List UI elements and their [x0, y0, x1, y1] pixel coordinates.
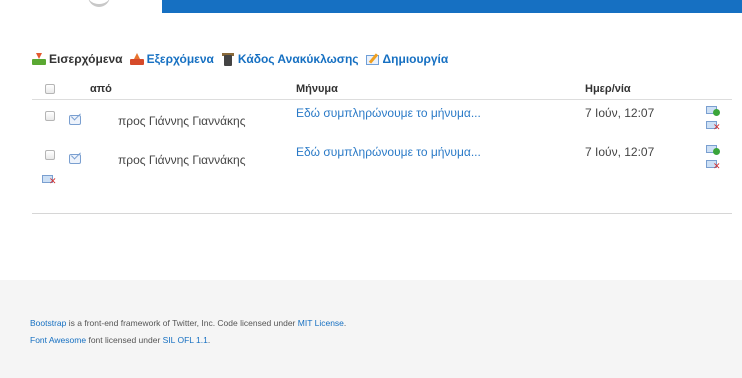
mit-license-link[interactable]: MIT License	[298, 318, 344, 328]
row-checkbox[interactable]	[45, 150, 55, 160]
footer-period: .	[343, 318, 347, 328]
footer-line-1: Bootstrap is a front-end framework of Tw…	[30, 318, 346, 328]
row-from: προς Γιάννης Γιαννάκης	[118, 153, 246, 167]
footer-text-2: font licensed under	[88, 335, 161, 345]
footer-text-1: is a front-end framework of Twitter, Inc…	[68, 318, 296, 328]
logo-curve	[88, 0, 110, 7]
select-all-checkbox[interactable]	[45, 84, 55, 94]
header-from: από	[90, 83, 112, 95]
table-header: από Μήνυμα Ημερ/νία	[32, 79, 732, 100]
messages-table: από Μήνυμα Ημερ/νία προς Γιάννης Γιαννάκ…	[32, 79, 732, 186]
tab-create-label: Δημιουργία	[382, 52, 449, 66]
tab-inbox[interactable]: Εισερχόμενα	[32, 52, 123, 66]
sil-ofl-link[interactable]: SIL OFL 1.1	[163, 335, 208, 345]
bootstrap-link[interactable]: Bootstrap	[30, 318, 66, 328]
outbox-icon	[129, 52, 144, 66]
header-date: Ημερ/νία	[585, 83, 631, 95]
table-bottom-divider	[32, 213, 732, 214]
row-from: προς Γιάννης Γιαννάκης	[118, 114, 246, 128]
navbar-strip	[162, 0, 742, 13]
trash-icon	[221, 52, 235, 66]
reply-icon[interactable]	[706, 106, 720, 117]
table-row: προς Γιάννης Γιαννάκης Εδώ συμπληρώνουμε…	[32, 106, 732, 141]
row-date: 7 Ιούν, 12:07	[585, 106, 655, 120]
font-awesome-link[interactable]: Font Awesome	[30, 335, 86, 345]
footer: Bootstrap is a front-end framework of Tw…	[0, 280, 742, 378]
footer-period: .	[207, 335, 211, 345]
tab-trash-label: Κάδος Ανακύκλωσης	[237, 52, 359, 66]
tab-outbox[interactable]: Εξερχόμενα	[129, 52, 214, 66]
delete-icon[interactable]: ✕	[706, 160, 721, 171]
row-checkbox[interactable]	[45, 111, 55, 121]
delete-icon[interactable]: ✕	[706, 121, 721, 132]
row-date: 7 Ιούν, 12:07	[585, 145, 655, 159]
row-message-link[interactable]: Εδώ συμπληρώνουμε το μήνυμα...	[296, 145, 481, 159]
mailbox-tabs: Εισερχόμενα Εξερχόμενα Κάδος Ανακύκλωσης…	[32, 50, 455, 68]
tab-create[interactable]: Δημιουργία	[365, 52, 449, 66]
envelope-icon[interactable]	[69, 154, 81, 164]
table-row: προς Γιάννης Γιαννάκης Εδώ συμπληρώνουμε…	[32, 145, 732, 190]
top-navbar	[0, 0, 742, 14]
delete-icon[interactable]: ✕	[42, 175, 57, 186]
envelope-icon[interactable]	[69, 115, 81, 125]
footer-line-2: Font Awesome font licensed under SIL OFL…	[30, 335, 210, 345]
create-icon	[365, 52, 380, 66]
tab-outbox-label: Εξερχόμενα	[146, 52, 214, 66]
row-message-link[interactable]: Εδώ συμπληρώνουμε το μήνυμα...	[296, 106, 481, 120]
header-message: Μήνυμα	[296, 83, 338, 95]
logo[interactable]	[30, 0, 162, 13]
tab-trash[interactable]: Κάδος Ανακύκλωσης	[221, 52, 359, 66]
inbox-icon	[32, 52, 46, 66]
tab-inbox-label: Εισερχόμενα	[49, 52, 123, 66]
reply-icon[interactable]	[706, 145, 720, 156]
